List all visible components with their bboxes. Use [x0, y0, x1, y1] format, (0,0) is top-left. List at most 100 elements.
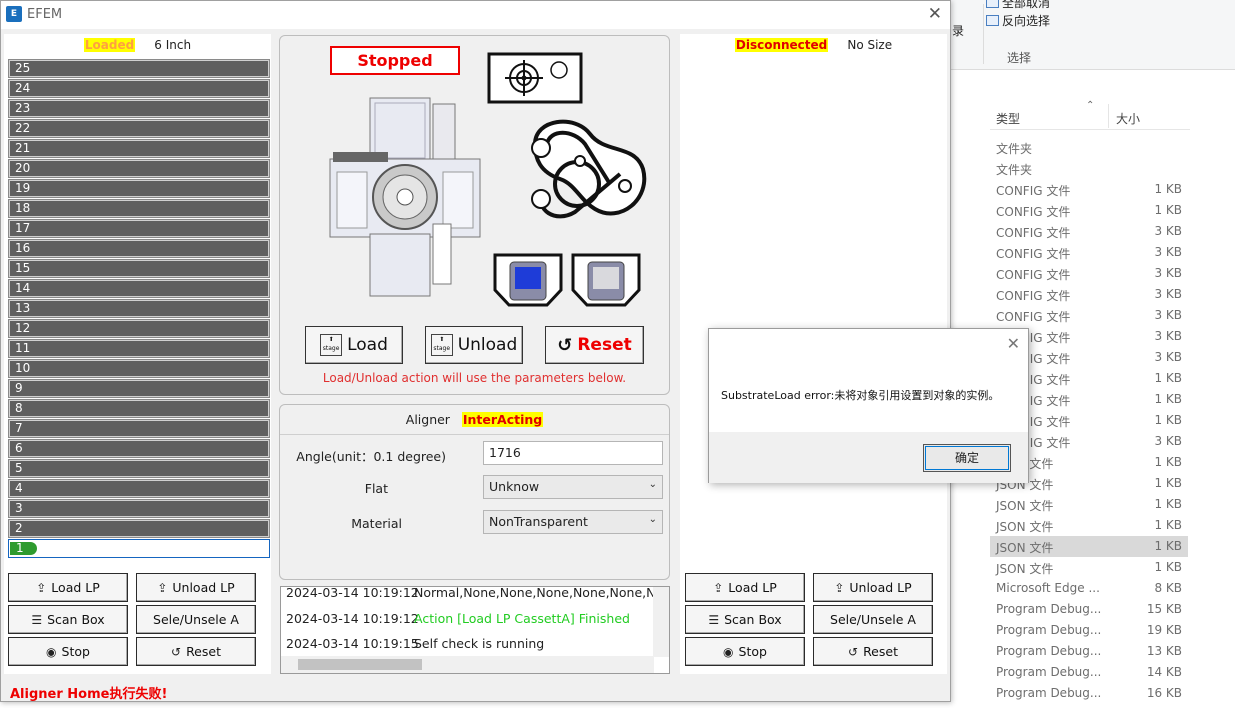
file-size: 1 KB [1154, 182, 1182, 196]
left-reset-button[interactable]: ↺ Reset [136, 637, 256, 666]
column-divider[interactable] [1108, 104, 1109, 128]
wafer-slot[interactable]: 14 [8, 279, 270, 298]
scrollbar-thumb[interactable] [298, 659, 422, 670]
file-type: CONFIG 文件 [996, 205, 1071, 219]
file-type: Program Debug... [996, 644, 1102, 658]
file-row[interactable]: Program Debug... 19 KB [990, 620, 1188, 641]
left-unload-lp-button[interactable]: ⇪ Unload LP [136, 573, 256, 602]
file-row[interactable]: JSON 文件 1 KB [990, 494, 1188, 515]
file-row[interactable]: JSON 文件 1 KB [990, 515, 1188, 536]
left-load-port-panel: Loaded 6 Inch 25 24 23 22 21 20 19 18 17 16 15 14 13… [4, 34, 271, 674]
file-row[interactable]: CONFIG 文件 1 KB [990, 179, 1188, 200]
file-row[interactable]: Program Debug... 16 KB [990, 683, 1188, 704]
file-size: 19 KB [1146, 623, 1182, 637]
close-icon[interactable]: ✕ [1007, 334, 1020, 353]
left-select-button[interactable]: Sele/Unsele A [136, 605, 256, 634]
file-row[interactable]: Program Debug... 15 KB [990, 599, 1188, 620]
wafer-slot[interactable]: 8 [8, 399, 270, 418]
reset-icon: ↺ [171, 644, 182, 659]
right-reset-button[interactable]: ↺ Reset [813, 637, 933, 666]
log-vertical-scrollbar[interactable] [653, 587, 669, 657]
file-row[interactable]: Microsoft Edge ... 8 KB [990, 578, 1188, 599]
log-list[interactable]: 2024-03-14 10:19:12Normal,None,None,None… [280, 586, 670, 674]
right-load-lp-button[interactable]: ⇪ Load LP [685, 573, 805, 602]
left-scan-box-button[interactable]: ☰ Scan Box [8, 605, 128, 634]
robot-hint-text: Load/Unload action will use the paramete… [322, 371, 627, 385]
robot-status: Stopped [330, 46, 460, 75]
robot-unload-button[interactable]: ⬆ stage Unload [425, 326, 523, 364]
close-icon[interactable]: ✕ [928, 4, 942, 24]
title-bar[interactable]: E EFEM ✕ [1, 1, 950, 29]
wafer-slot[interactable]: 24 [8, 79, 270, 98]
file-size: 14 KB [1146, 665, 1182, 679]
left-load-lp-button[interactable]: ⇪ Load LP [8, 573, 128, 602]
dialog-message: SubstrateLoad error:未将对象引用设置到对象的实例。 [721, 389, 1000, 402]
material-select[interactable]: NonTransparent ⌄ [483, 510, 663, 534]
wafer-slot[interactable]: 18 [8, 199, 270, 218]
right-unload-lp-button[interactable]: ⇪ Unload LP [813, 573, 933, 602]
file-type: Program Debug... [996, 686, 1102, 700]
file-size: 1 KB [1154, 476, 1182, 490]
file-row[interactable]: CONFIG 文件 3 KB [990, 263, 1188, 284]
column-size[interactable]: 大小 [1116, 110, 1140, 127]
wafer-slot[interactable]: 2 [8, 519, 270, 538]
right-select-button[interactable]: Sele/Unsele A [813, 605, 933, 634]
file-size: 3 KB [1154, 287, 1182, 301]
file-row[interactable]: Program Debug... 14 KB [990, 662, 1188, 683]
file-row[interactable]: 文件夹 [990, 158, 1188, 179]
column-type[interactable]: 类型 [996, 110, 1020, 127]
wafer-slot[interactable]: 11 [8, 339, 270, 358]
file-type: CONFIG 文件 [996, 289, 1071, 303]
file-row[interactable]: Program Debug... 13 KB [990, 641, 1188, 662]
ok-button[interactable]: 确定 [923, 444, 1011, 472]
wafer-slot[interactable]: 23 [8, 99, 270, 118]
right-scan-box-button[interactable]: ☰ Scan Box [685, 605, 805, 634]
list-icon: ☰ [708, 612, 720, 627]
ribbon-invert-selection[interactable]: 反向选择 [986, 12, 1050, 29]
flat-select[interactable]: Unknow ⌄ [483, 475, 663, 499]
wafer-slot[interactable]: 13 [8, 299, 270, 318]
dialog-footer: 确定 [709, 432, 1028, 483]
slot-number: 10 [15, 361, 31, 375]
wafer-slot[interactable]: 12 [8, 319, 270, 338]
wafer-slot[interactable]: 1 [8, 539, 270, 558]
slot-number: 15 [15, 261, 31, 275]
wafer-slot[interactable]: 10 [8, 359, 270, 378]
file-row[interactable]: CONFIG 文件 3 KB [990, 284, 1188, 305]
wafer-slot[interactable]: 22 [8, 119, 270, 138]
left-stop-button[interactable]: ◉ Stop [8, 637, 128, 666]
reset-icon: ↺ [848, 644, 859, 659]
file-row[interactable]: CONFIG 文件 3 KB [990, 221, 1188, 242]
wafer-slot[interactable]: 9 [8, 379, 270, 398]
file-row[interactable]: 文件夹 [990, 137, 1188, 158]
reset-icon: ↺ [557, 334, 573, 356]
wafer-slot[interactable]: 6 [8, 439, 270, 458]
wafer-slot[interactable]: 5 [8, 459, 270, 478]
wafer-slot[interactable]: 7 [8, 419, 270, 438]
explorer-ribbon: 录 全部取消 反向选择 选择 [950, 0, 1235, 70]
file-size: 3 KB [1154, 308, 1182, 322]
robot-load-button[interactable]: ⬆ stage Load [305, 326, 403, 364]
slot-number: 11 [15, 341, 31, 355]
file-row[interactable]: JSON 文件 1 KB [990, 557, 1188, 578]
angle-input[interactable]: 1716 [483, 441, 663, 465]
file-row[interactable]: CONFIG 文件 3 KB [990, 305, 1188, 326]
slot-number: 23 [15, 101, 31, 115]
wafer-slot[interactable]: 20 [8, 159, 270, 178]
wafer-slot[interactable]: 17 [8, 219, 270, 238]
wafer-slot[interactable]: 15 [8, 259, 270, 278]
file-row[interactable]: CONFIG 文件 3 KB [990, 242, 1188, 263]
wafer-slot[interactable]: 21 [8, 139, 270, 158]
file-row[interactable]: CONFIG 文件 1 KB [990, 200, 1188, 221]
ribbon-select-none[interactable]: 全部取消 [986, 0, 1050, 11]
wafer-slot[interactable]: 19 [8, 179, 270, 198]
wafer-slot[interactable]: 16 [8, 239, 270, 258]
log-horizontal-scrollbar[interactable] [281, 656, 654, 673]
wafer-slot[interactable]: 25 [8, 59, 270, 78]
load-lp-icon: ⇪ [713, 580, 724, 595]
file-row[interactable]: JSON 文件 1 KB [990, 536, 1188, 557]
right-stop-button[interactable]: ◉ Stop [685, 637, 805, 666]
file-type: JSON 文件 [996, 499, 1054, 513]
robot-reset-button[interactable]: ↺ Reset [545, 326, 644, 364]
wafer-slot[interactable]: 3 [8, 499, 270, 518]
